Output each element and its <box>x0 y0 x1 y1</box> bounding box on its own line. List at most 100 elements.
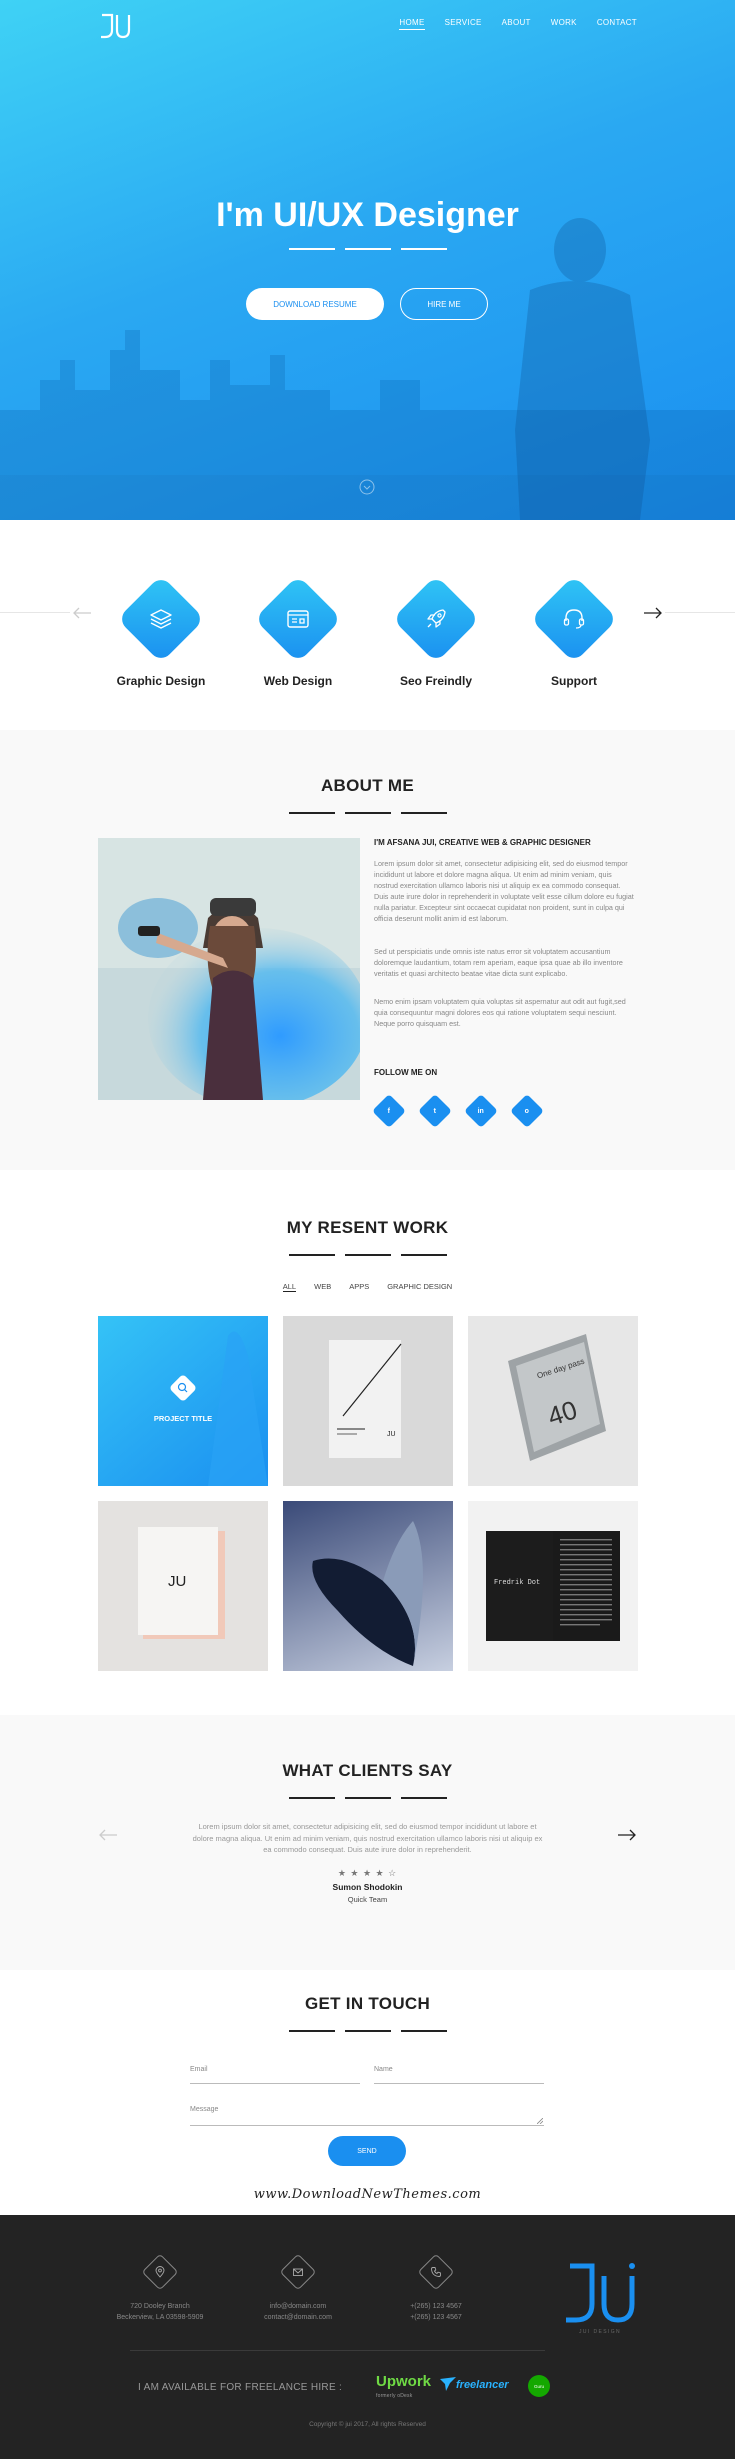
footer-phone: +(265) 123 4567 +(265) 123 4567 <box>371 2253 501 2323</box>
footer: 720 Dooley Branch Beckerview, LA 03598-5… <box>0 2215 735 2459</box>
freelancer-bird-icon <box>440 2377 456 2391</box>
arrow-left-icon[interactable] <box>98 1828 118 1842</box>
about-heading: I'M AFSANA JUI, CREATIVE WEB & GRAPHIC D… <box>374 838 591 847</box>
clients-title: WHAT CLIENTS SAY <box>282 1761 453 1780</box>
about-photo <box>98 838 360 1100</box>
linkedin-icon[interactable]: in <box>464 1094 498 1128</box>
rating-stars: ★ ★ ★ ★ ☆ <box>337 1868 398 1878</box>
footer-address: 720 Dooley Branch Beckerview, LA 03598-5… <box>95 2253 225 2323</box>
testimonial-quote: Lorem ipsum dolor sit amet, consectetur … <box>192 1822 543 1854</box>
nav-home[interactable]: HOME <box>399 18 425 30</box>
footer-email: info@domain.com contact@domain.com <box>233 2253 363 2323</box>
download-resume-button[interactable]: DOWNLOAD RESUME <box>246 288 384 320</box>
service-label: Web Design <box>263 674 333 688</box>
facebook-icon[interactable]: f <box>372 1094 406 1128</box>
twitter-icon[interactable]: t <box>418 1094 452 1128</box>
portfolio-item-6[interactable]: Fredrik Dot <box>468 1501 638 1671</box>
phone-line-1[interactable]: +(265) 123 4567 <box>371 2301 501 2312</box>
send-button[interactable]: SEND <box>328 2136 406 2166</box>
service-support[interactable]: Support <box>514 575 634 688</box>
nav-contact[interactable]: CONTACT <box>597 18 637 30</box>
hero-section: HOME SERVICE ABOUT WORK CONTACT I'm UI/U… <box>0 0 735 520</box>
layers-icon <box>117 575 205 663</box>
email-field[interactable]: Email <box>190 2062 360 2084</box>
filter-graphic-design[interactable]: GRAPHIC DESIGN <box>387 1282 452 1292</box>
portfolio-filters: ALL WEB APPS GRAPHIC DESIGN <box>0 1282 735 1292</box>
about-paragraph-1: Lorem ipsum dolor sit amet, consectetur … <box>374 859 634 923</box>
abstract-shape-image <box>312 1521 423 1666</box>
copyright-text: Copyright © jui 2017, All rights Reserve… <box>309 2421 426 2428</box>
hero-title: I'm UI/UX Designer <box>216 196 519 234</box>
services-section: Graphic Design Web Design Seo Freindly S… <box>0 520 735 730</box>
divider-line <box>665 612 735 613</box>
scroll-down-icon[interactable] <box>358 478 376 496</box>
headset-icon <box>530 575 618 663</box>
divider-line <box>0 612 70 613</box>
nav-about[interactable]: ABOUT <box>502 18 531 30</box>
name-field[interactable]: Name <box>374 2062 544 2084</box>
address-line-2: Beckerview, LA 03598-5909 <box>116 2314 204 2321</box>
filter-web[interactable]: WEB <box>314 1282 331 1292</box>
footer-brand-tag: JUI DESIGN <box>578 2329 622 2335</box>
about-paragraph-3: Nemo enim ipsam voluptatem quia voluptas… <box>374 997 626 1028</box>
dribbble-icon[interactable]: o <box>510 1094 544 1128</box>
watermark-text: www.DownloadNewThemes.com <box>253 2187 482 2202</box>
service-web-design[interactable]: Web Design <box>238 575 358 688</box>
footer-brand-logo[interactable] <box>562 2260 638 2326</box>
resize-handle-icon[interactable] <box>537 2118 543 2124</box>
nav-service[interactable]: SERVICE <box>445 18 482 30</box>
brand-logo[interactable] <box>98 12 132 40</box>
testimonials-section: WHAT CLIENTS SAY Lorem ipsum dolor sit a… <box>0 1715 735 1970</box>
business-card-image: JU <box>329 1340 402 1458</box>
portfolio-item-2[interactable]: JU <box>283 1316 453 1486</box>
title-underline <box>0 1797 735 1799</box>
service-graphic-design[interactable]: Graphic Design <box>101 575 221 688</box>
service-label: Seo Freindly <box>399 674 473 688</box>
title-underline <box>0 2030 735 2032</box>
project-title: PROJECT TITLE <box>153 1414 213 1423</box>
about-title: ABOUT ME <box>320 776 415 795</box>
work-title: MY RESENT WORK <box>286 1218 449 1237</box>
portfolio-hover-overlay <box>170 1331 268 1486</box>
filter-apps[interactable]: APPS <box>349 1282 369 1292</box>
freelancer-logo[interactable]: freelancer <box>456 2379 509 2391</box>
rocket-icon <box>392 575 480 663</box>
filter-all[interactable]: ALL <box>282 1282 297 1292</box>
mail-icon <box>279 2253 317 2291</box>
portfolio-item-5[interactable] <box>283 1501 453 1671</box>
portfolio-item-1[interactable]: PROJECT TITLE <box>98 1316 268 1486</box>
follow-label: FOLLOW ME ON <box>374 1068 438 1077</box>
email-line-2[interactable]: contact@domain.com <box>233 2312 363 2323</box>
footer-divider <box>130 2350 545 2351</box>
title-underline <box>0 812 735 814</box>
title-underline <box>0 1254 735 1256</box>
arrow-right-icon[interactable] <box>617 1828 637 1842</box>
about-section: ABOUT ME I'M AFSANA JUI, CREATIVE WEB & … <box>0 730 735 1170</box>
client-company: Quick Team <box>347 1895 388 1904</box>
notebook-logo: JU <box>168 1573 187 1590</box>
upwork-logo[interactable]: Upwork formerly oDesk <box>376 2374 431 2403</box>
book-title: Fredrik Dot <box>494 1579 541 1587</box>
service-seo[interactable]: Seo Freindly <box>376 575 496 688</box>
message-field[interactable]: Message <box>190 2102 544 2126</box>
arrow-left-icon[interactable] <box>72 606 92 620</box>
portfolio-item-4[interactable]: JU <box>98 1501 268 1671</box>
about-paragraph-2: Sed ut perspiciatis unde omnis iste natu… <box>374 947 623 978</box>
service-label: Support <box>551 674 597 688</box>
social-links: f t in o <box>372 1094 544 1128</box>
nav-work[interactable]: WORK <box>551 18 577 30</box>
service-label: Graphic Design <box>116 674 206 688</box>
email-line-1[interactable]: info@domain.com <box>233 2301 363 2312</box>
phone-icon <box>417 2253 455 2291</box>
main-nav: HOME SERVICE ABOUT WORK CONTACT <box>399 18 637 30</box>
contact-title: GET IN TOUCH <box>304 1994 431 2013</box>
arrow-right-icon[interactable] <box>643 606 663 620</box>
hire-me-button[interactable]: HIRE ME <box>400 288 488 320</box>
client-name: Sumon Shodokin <box>332 1882 403 1892</box>
address-line-1: 720 Dooley Branch <box>130 2303 190 2310</box>
guru-logo[interactable]: Guru <box>528 2375 550 2397</box>
portfolio-item-3[interactable]: One day pass 40 <box>468 1316 638 1486</box>
location-icon <box>141 2253 179 2291</box>
contact-section: GET IN TOUCH Email Name Message SEND www… <box>0 1970 735 2215</box>
phone-line-2[interactable]: +(265) 123 4567 <box>371 2312 501 2323</box>
